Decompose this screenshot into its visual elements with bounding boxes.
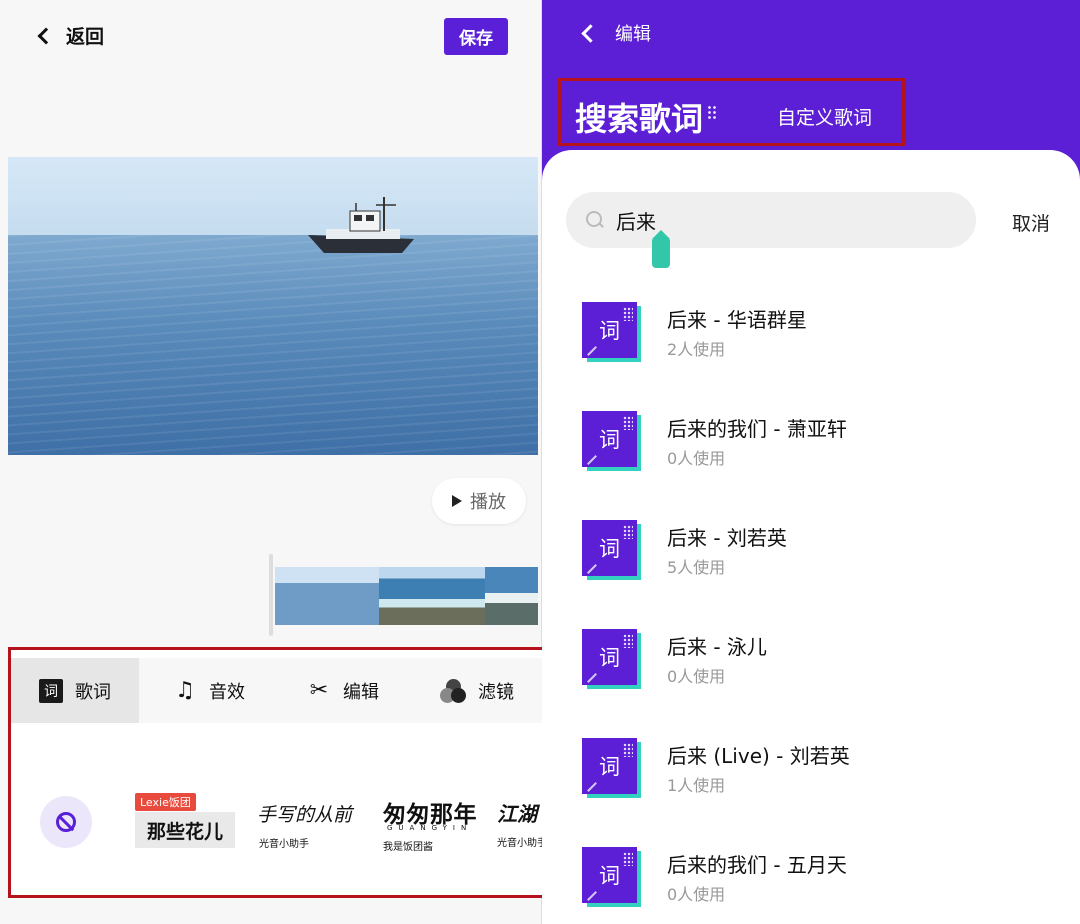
tab-label: 滤镜 xyxy=(478,681,514,703)
result-usage: 0人使用 xyxy=(667,885,726,904)
video-editor-panel: 返回 保存 播放 词 歌词 ♫ 音效 ✂ 编辑 滤镜 Lexie饭团 那些花儿 … xyxy=(0,0,548,924)
lyric-style-list: Lexie饭团 那些花儿 手写的从前 光音小助手 匆匆那年 GUANGYIN 我… xyxy=(11,790,545,860)
lyrics-icon: 词 xyxy=(582,302,642,362)
search-results-list: 词 后来 - 华语群星 2人使用 词 后来的我们 - 萧亚轩 0人使用 词 后来… xyxy=(542,298,1080,924)
list-item[interactable]: 词 后来 (Live) - 刘若英 1人使用 xyxy=(542,734,1080,843)
chevron-left-icon xyxy=(37,27,55,45)
style-tag: Lexie饭团 xyxy=(135,793,196,811)
timeline-thumbnail[interactable] xyxy=(379,567,485,625)
lyric-style-option[interactable]: 那些花儿 xyxy=(135,812,235,848)
ban-icon xyxy=(56,812,76,832)
results-sheet: 后来 取消 词 后来 - 华语群星 2人使用 词 后来的我们 - 萧亚轩 0人使… xyxy=(542,150,1080,924)
lyrics-icon: 词 xyxy=(582,629,642,689)
text-cursor-handle[interactable] xyxy=(652,230,670,268)
list-item[interactable]: 词 后来的我们 - 五月天 0人使用 xyxy=(542,843,1080,924)
result-title: 后来 - 泳儿 xyxy=(667,635,767,659)
search-input[interactable]: 后来 xyxy=(566,192,976,248)
list-item[interactable]: 词 后来 - 华语群星 2人使用 xyxy=(542,298,1080,407)
save-button[interactable]: 保存 xyxy=(444,18,508,55)
play-icon xyxy=(452,495,462,507)
play-button[interactable]: 播放 xyxy=(432,478,526,524)
style-author: 我是饭团酱 xyxy=(383,842,433,853)
result-title: 后来的我们 - 五月天 xyxy=(667,853,847,877)
lyrics-mode-highlight: 搜索歌词 自定义歌词 xyxy=(558,78,905,146)
preview-sky xyxy=(8,157,538,237)
lyrics-icon: 词 xyxy=(582,738,642,798)
no-style-button[interactable] xyxy=(40,796,92,848)
result-title: 后来 - 华语群星 xyxy=(667,308,807,332)
timeline-playhead[interactable] xyxy=(269,554,273,636)
tool-tabs: 词 歌词 ♫ 音效 ✂ 编辑 滤镜 xyxy=(11,658,545,723)
style-subtitle: GUANGYIN xyxy=(387,824,473,832)
timeline-thumbnail[interactable] xyxy=(485,567,538,625)
tab-custom-lyrics[interactable]: 自定义歌词 xyxy=(777,103,872,130)
result-usage: 0人使用 xyxy=(667,667,726,686)
lyrics-icon: 词 xyxy=(582,411,642,471)
tab-sound-effects[interactable]: ♫ 音效 xyxy=(139,658,274,723)
music-note-icon: ♫ xyxy=(175,678,195,703)
scissors-icon: ✂ xyxy=(309,678,329,703)
back-button[interactable]: 返回 xyxy=(37,22,105,49)
tab-search-lyrics[interactable]: 搜索歌词 xyxy=(575,94,703,140)
list-item[interactable]: 词 后来的我们 - 萧亚轩 0人使用 xyxy=(542,407,1080,516)
result-usage: 2人使用 xyxy=(667,340,726,359)
preview-sea xyxy=(8,235,538,455)
result-title: 后来的我们 - 萧亚轩 xyxy=(667,417,847,441)
search-icon xyxy=(586,211,604,229)
result-title: 后来 - 刘若英 xyxy=(667,526,787,550)
search-input-value[interactable]: 后来 xyxy=(616,206,656,235)
style-author: 光音小助手 xyxy=(259,839,309,850)
cancel-button[interactable]: 取消 xyxy=(1012,209,1050,236)
tab-label: 音效 xyxy=(209,681,245,703)
lyrics-search-panel: 编辑 搜索歌词 自定义歌词 后来 取消 词 后来 - 华语群星 2人使用 词 后… xyxy=(542,0,1080,924)
tab-lyrics[interactable]: 词 歌词 xyxy=(11,658,139,723)
result-title: 后来 (Live) - 刘若英 xyxy=(667,744,850,768)
filter-circles-icon xyxy=(440,678,466,703)
lyrics-icon: 词 xyxy=(39,678,63,703)
boat-image xyxy=(308,197,414,253)
back-button[interactable]: 编辑 xyxy=(581,20,651,46)
play-label: 播放 xyxy=(470,492,506,513)
back-label: 返回 xyxy=(66,26,105,48)
style-author: 光音小助手 xyxy=(497,838,545,849)
tab-edit[interactable]: ✂ 编辑 xyxy=(274,658,404,723)
list-item[interactable]: 词 后来 - 泳儿 0人使用 xyxy=(542,625,1080,734)
screen: 返回 保存 播放 词 歌词 ♫ 音效 ✂ 编辑 滤镜 Lexie饭团 那些花儿 … xyxy=(0,0,1080,924)
lyric-style-option[interactable]: 江湖 xyxy=(497,798,545,827)
tool-panel-highlight: 词 歌词 ♫ 音效 ✂ 编辑 滤镜 Lexie饭团 那些花儿 手写的从前 光音小… xyxy=(8,647,548,898)
back-label: 编辑 xyxy=(615,24,651,45)
chevron-left-icon xyxy=(581,23,600,43)
lyrics-icon: 词 xyxy=(582,520,642,580)
result-usage: 1人使用 xyxy=(667,776,726,795)
list-item[interactable]: 词 后来 - 刘若英 5人使用 xyxy=(542,516,1080,625)
tab-label: 编辑 xyxy=(343,681,379,703)
result-usage: 0人使用 xyxy=(667,449,726,468)
lyric-style-option[interactable]: 手写的从前 xyxy=(257,800,352,827)
video-preview xyxy=(8,157,538,455)
timeline-thumbnail[interactable] xyxy=(275,567,379,625)
tab-label: 歌词 xyxy=(75,681,111,703)
lyrics-icon: 词 xyxy=(582,847,642,907)
result-usage: 5人使用 xyxy=(667,558,726,577)
tab-filters[interactable]: 滤镜 xyxy=(404,658,544,723)
drag-dots-icon xyxy=(707,105,717,121)
timeline-thumbnails[interactable] xyxy=(275,567,538,625)
